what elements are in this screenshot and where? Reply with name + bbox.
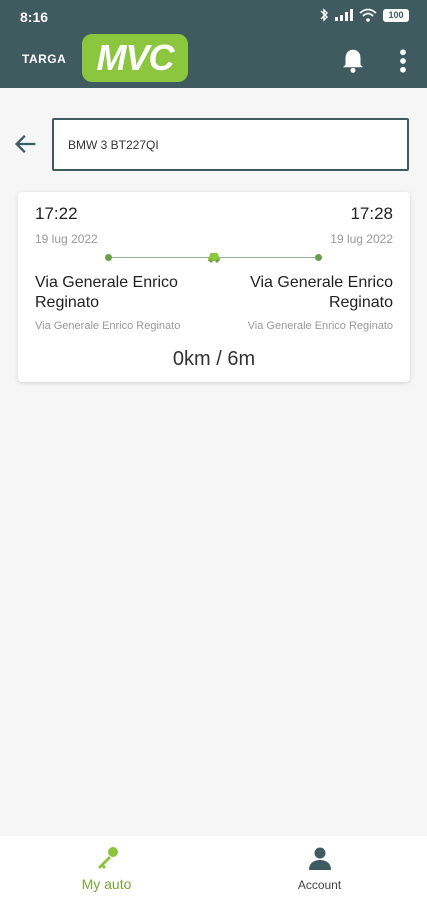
car-icon [208, 253, 220, 263]
bell-icon[interactable] [338, 46, 368, 76]
battery-level: 100 [388, 10, 404, 20]
key-icon [97, 847, 118, 869]
route-end-dot [315, 254, 322, 261]
status-icons: 100 [319, 8, 409, 22]
status-time: 8:16 [20, 9, 49, 25]
nav-my-auto-label: My auto [81, 876, 132, 892]
status-bar: 8:16 100 [0, 0, 427, 34]
trip-distance-duration: 0km / 6m [172, 348, 256, 370]
nav-account-label: Account [297, 878, 342, 892]
vehicle-search-field[interactable]: BMW 3 BT227QI [52, 118, 409, 171]
logo-prefix: TARGA [22, 52, 67, 66]
trip-card[interactable]: 17:22 17:28 19 lug 2022 19 lug 2022 Via … [18, 192, 410, 382]
wifi-icon [359, 8, 377, 22]
route-start-dot [105, 254, 112, 261]
more-vert-icon[interactable] [396, 46, 410, 76]
trip-start-date: 19 lug 2022 [35, 232, 98, 246]
trip-start-time: 17:22 [35, 204, 78, 223]
battery-icon: 100 [383, 8, 409, 22]
nav-account[interactable]: Account [213, 836, 426, 900]
app-logo: MVC [82, 34, 188, 82]
trip-end-date: 19 lug 2022 [330, 232, 393, 246]
app-bar: TARGA MVC [0, 34, 427, 88]
trip-end-time: 17:28 [350, 204, 393, 223]
back-arrow-icon[interactable] [12, 130, 40, 158]
logo-main: MVC [96, 37, 175, 78]
nav-my-auto[interactable]: My auto [0, 836, 213, 900]
vehicle-search-value: BMW 3 BT227QI [68, 137, 159, 152]
bluetooth-icon [320, 8, 328, 22]
top-bar: 8:16 100 TARGA MVC [0, 0, 427, 88]
trip-end-subaddress: Via Generale Enrico Reginato [247, 320, 393, 332]
trip-end-address: Via Generale Enrico Reginato [250, 274, 393, 311]
signal-icon [335, 9, 353, 21]
trip-start-address: Via Generale Enrico Reginato [35, 274, 178, 311]
trip-start-subaddress: Via Generale Enrico Reginato [35, 320, 181, 332]
bottom-navigation: My auto Account [0, 836, 427, 900]
person-icon [308, 847, 331, 870]
